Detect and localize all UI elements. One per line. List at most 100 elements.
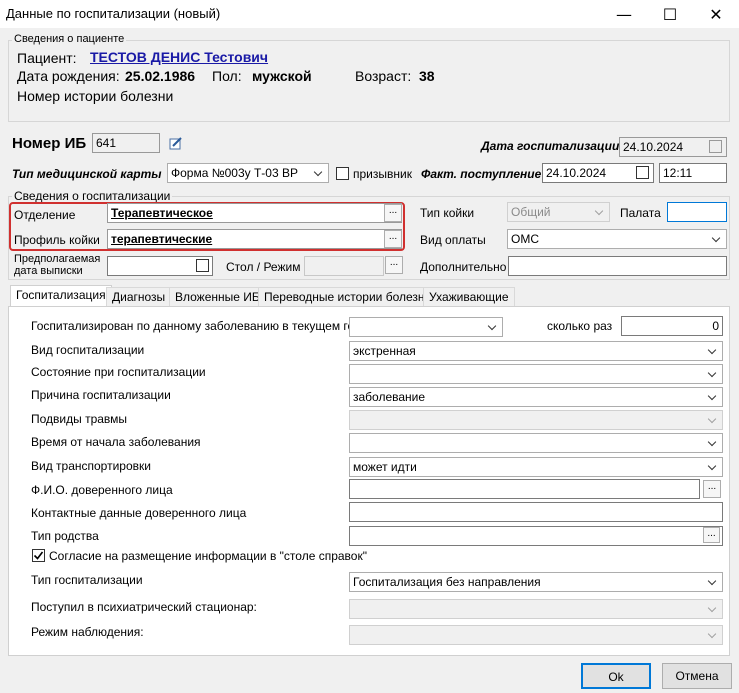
ib-number-field[interactable]: 641 — [92, 133, 160, 153]
bed-type-select: Общий — [507, 202, 610, 222]
conscript-label: призывник — [353, 167, 412, 181]
payment-type-label: Вид оплаты — [420, 233, 486, 247]
maximize-icon[interactable]: ☐ — [647, 0, 693, 28]
chevron-down-icon — [314, 166, 324, 180]
hosp-info-group-label: Сведения о госпитализации — [12, 189, 173, 203]
department-label: Отделение — [14, 208, 76, 222]
card-type-select[interactable]: Форма №003у Т-03 ВР — [167, 163, 329, 183]
close-icon[interactable]: ✕ — [693, 0, 739, 28]
bed-profile-lookup-button[interactable]: ... — [384, 230, 402, 248]
hosp-date-label: Дата госпитализации — [481, 139, 620, 153]
chevron-down-icon — [708, 390, 718, 404]
minimize-icon[interactable]: — — [601, 0, 647, 28]
department-field[interactable]: Терапевтическое — [107, 203, 402, 223]
edit-icon[interactable] — [168, 135, 184, 151]
dob-label: Дата рождения: — [17, 68, 120, 84]
times-label: сколько раз — [547, 319, 613, 333]
proxy-name-label: Ф.И.О. доверенного лица — [31, 483, 173, 497]
fact-time-field[interactable]: 12:11 — [659, 163, 727, 183]
tab-diagnoses[interactable]: Диагнозы — [106, 287, 172, 306]
transport-select[interactable]: может идти — [349, 457, 723, 477]
injury-subtype-select — [349, 410, 723, 430]
card-type-label: Тип медицинской карты — [12, 167, 162, 181]
chevron-down-icon — [708, 344, 718, 358]
chevron-down-icon — [708, 460, 718, 474]
proxy-name-lookup-button[interactable]: ... — [703, 480, 721, 498]
dob-value: 25.02.1986 — [125, 68, 196, 84]
fact-date-picker-icon[interactable] — [636, 166, 649, 179]
transport-label: Вид транспортировки — [31, 459, 151, 473]
chevron-down-icon — [712, 232, 722, 246]
table-mode-field — [304, 256, 384, 276]
consent-checkbox[interactable] — [32, 549, 45, 562]
ok-button[interactable]: Ok — [581, 663, 651, 689]
bed-type-value: Общий — [511, 205, 551, 219]
additional-label: Дополнительно — [420, 260, 507, 274]
table-mode-lookup-button[interactable]: ... — [385, 256, 403, 274]
discharge-date-picker-icon[interactable] — [196, 259, 209, 272]
chevron-down-icon — [708, 602, 718, 616]
hosp-type-label: Тип госпитализации — [31, 573, 143, 587]
sex-label: Пол: — [212, 68, 242, 84]
hosp-type-select[interactable]: Госпитализация без направления — [349, 572, 723, 592]
ward-field[interactable] — [667, 202, 727, 222]
chevron-down-icon — [595, 205, 605, 219]
tab-nested-ib[interactable]: Вложенные ИБ — [169, 287, 266, 306]
hosp-kind-label: Вид госпитализации — [31, 343, 145, 357]
proxy-contacts-field[interactable] — [349, 502, 723, 522]
ib-number-label: Номер ИБ — [12, 135, 87, 152]
tab-transfer-histories[interactable]: Переводные истории болезни — [258, 287, 438, 306]
onset-time-select[interactable] — [349, 433, 723, 453]
sex-value: мужской — [252, 68, 312, 84]
proxy-name-field[interactable] — [349, 479, 700, 499]
hosp-reason-label: Причина госпитализации — [31, 388, 171, 402]
prior-hosp-label: Госпитализирован по данному заболеванию … — [31, 319, 367, 333]
psych-admission-label: Поступил в психиатрический стационар: — [31, 600, 257, 614]
tab-hospitalization[interactable]: Госпитализация — [10, 285, 112, 307]
age-value: 38 — [419, 68, 435, 84]
hosp-kind-select[interactable]: экстренная — [349, 341, 723, 361]
times-field[interactable]: 0 — [621, 316, 723, 336]
department-lookup-button[interactable]: ... — [384, 204, 402, 222]
tab-caregivers[interactable]: Ухаживающие — [423, 287, 515, 306]
discharge-label-line1: Предполагаемая — [14, 253, 101, 265]
table-mode-label: Стол / Режим — [226, 260, 301, 274]
kinship-lookup-button[interactable]: ... — [703, 527, 720, 543]
injury-subtype-label: Подвиды травмы — [31, 412, 128, 426]
kinship-field[interactable] — [349, 526, 723, 546]
prior-hosp-select[interactable] — [349, 317, 503, 337]
fact-admission-label: Факт. поступление — [421, 167, 542, 181]
patient-name-link[interactable]: ТЕСТОВ ДЕНИС Тестович — [90, 49, 268, 65]
history-number-label: Номер истории болезни — [17, 88, 174, 104]
chevron-down-icon — [488, 320, 498, 334]
kinship-label: Тип родства — [31, 529, 99, 543]
hosp-date-picker-icon[interactable] — [709, 140, 722, 153]
chevron-down-icon — [708, 628, 718, 642]
transport-value: может идти — [353, 460, 417, 474]
age-label: Возраст: — [355, 68, 412, 84]
patient-group-label: Сведения о пациенте — [12, 33, 127, 45]
bed-profile-label: Профиль койки — [14, 233, 100, 247]
discharge-label-line2: дата выписки — [14, 265, 83, 277]
hosp-reason-value: заболевание — [353, 390, 426, 404]
observation-mode-select — [349, 625, 723, 645]
chevron-down-icon — [708, 413, 718, 427]
ward-label: Палата — [620, 206, 661, 220]
cancel-button[interactable]: Отмена — [662, 663, 732, 689]
card-type-value: Форма №003у Т-03 ВР — [171, 166, 298, 180]
condition-label: Состояние при госпитализации — [31, 365, 206, 379]
hosp-reason-select[interactable]: заболевание — [349, 387, 723, 407]
hosp-type-value: Госпитализация без направления — [353, 575, 541, 589]
condition-select[interactable] — [349, 364, 723, 384]
bed-profile-field[interactable]: терапевтические — [107, 229, 402, 249]
chevron-down-icon — [708, 436, 718, 450]
title-bar: Данные по госпитализации (новый) — ☐ ✕ — [0, 0, 739, 28]
patient-label: Пациент: — [17, 50, 77, 66]
checkmark-icon — [33, 551, 44, 560]
chevron-down-icon — [708, 367, 718, 381]
proxy-contacts-label: Контактные данные доверенного лица — [31, 506, 247, 520]
conscript-checkbox[interactable] — [336, 167, 349, 180]
chevron-down-icon — [708, 575, 718, 589]
additional-field[interactable] — [508, 256, 727, 276]
payment-type-select[interactable]: ОМС — [507, 229, 727, 249]
